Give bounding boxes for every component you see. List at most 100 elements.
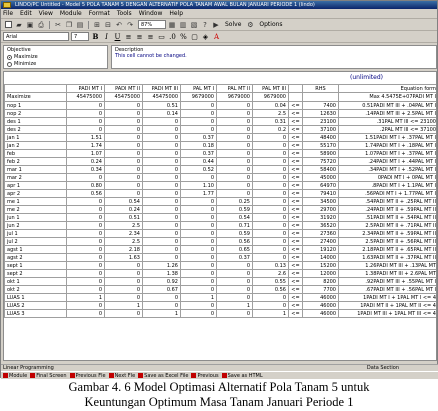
rhs-cell[interactable]: 46000: [302, 309, 339, 318]
rhs-cell[interactable]: 45000: [302, 173, 339, 182]
table-cell[interactable]: 0: [252, 221, 289, 230]
relation-cell[interactable]: <=: [288, 269, 303, 278]
table-cell[interactable]: 0: [180, 229, 217, 238]
rhs-cell[interactable]: 15200: [302, 261, 339, 270]
solve-button[interactable]: Solve: [225, 21, 241, 28]
table-cell[interactable]: 0: [142, 141, 181, 150]
paste-icon[interactable]: ▤: [75, 20, 85, 30]
relation-cell[interactable]: <=: [288, 301, 303, 310]
rhs-cell[interactable]: 27360: [302, 229, 339, 238]
column-header[interactable]: [288, 84, 303, 93]
align-center-icon[interactable]: ≡: [135, 33, 144, 41]
menu-view[interactable]: View: [39, 10, 53, 17]
table-cell[interactable]: 0: [104, 133, 143, 142]
equation-cell[interactable]: .31PAL MT III <= 23100: [338, 117, 436, 126]
relation-cell[interactable]: <=: [288, 125, 303, 134]
relation-cell[interactable]: <=: [288, 197, 303, 206]
row-label[interactable]: Maximize: [4, 92, 67, 102]
table-cell[interactable]: 0: [104, 309, 143, 318]
equation-cell[interactable]: 1PADI MT II + 1PAL MT II <= 4: [338, 301, 436, 310]
column-header[interactable]: PAL MT I: [180, 84, 217, 93]
rhs-cell[interactable]: 58900: [302, 149, 339, 158]
rhs-cell[interactable]: 8200: [302, 277, 339, 286]
rhs-cell[interactable]: 14000: [302, 253, 339, 262]
chart-icon[interactable]: ▧: [189, 20, 199, 30]
table-cell[interactable]: 0: [104, 165, 143, 174]
radio-checked-icon[interactable]: [7, 54, 12, 60]
table-cell[interactable]: 0: [142, 133, 181, 142]
relation-cell[interactable]: <=: [288, 261, 303, 270]
column-header[interactable]: PAL MT II: [216, 84, 253, 93]
table-cell[interactable]: 0: [142, 117, 181, 126]
rhs-cell[interactable]: 12000: [302, 269, 339, 278]
row-label[interactable]: mar 2: [4, 173, 67, 182]
table-cell[interactable]: 0: [180, 261, 217, 270]
redo-icon[interactable]: ↷: [125, 20, 135, 30]
fill-color-icon[interactable]: ◈: [201, 33, 210, 41]
table-cell[interactable]: 0: [104, 117, 143, 126]
table-cell[interactable]: 0: [252, 301, 289, 310]
relation-cell[interactable]: <=: [288, 141, 303, 150]
solve-icon[interactable]: ▶: [211, 20, 221, 30]
table-cell[interactable]: 0: [216, 165, 253, 174]
rhs-cell[interactable]: 36520: [302, 221, 339, 230]
relation-cell[interactable]: <=: [288, 101, 303, 110]
column-header[interactable]: RHS: [302, 84, 339, 93]
table-cell[interactable]: 0: [142, 229, 181, 238]
relation-cell[interactable]: <=: [288, 181, 303, 190]
table-cell[interactable]: 0.14: [142, 109, 181, 118]
menu-edit[interactable]: Edit: [20, 10, 32, 17]
table-cell[interactable]: 0: [216, 109, 253, 118]
table-cell[interactable]: 0.67: [142, 285, 181, 294]
table-cell[interactable]: 0.37: [180, 149, 217, 158]
table-cell[interactable]: 0: [216, 125, 253, 134]
table-cell[interactable]: 1.07: [66, 149, 105, 158]
table-cell[interactable]: 0.80: [66, 181, 105, 190]
relation-cell[interactable]: <=: [288, 133, 303, 142]
row-label[interactable]: nop 1: [4, 101, 67, 110]
previous-button[interactable]: Previous: [191, 373, 219, 379]
relation-cell[interactable]: <=: [288, 277, 303, 286]
menu-tools[interactable]: Tools: [117, 10, 132, 17]
table-cell[interactable]: 0.54: [104, 197, 143, 206]
table-cell[interactable]: 0: [142, 237, 181, 246]
table-cell[interactable]: 9679000: [180, 92, 217, 102]
menu-help[interactable]: Help: [169, 10, 183, 17]
table-cell[interactable]: 0: [216, 309, 253, 318]
row-label[interactable]: feb 2: [4, 157, 67, 166]
table-cell[interactable]: 0: [104, 181, 143, 190]
table-cell[interactable]: 0.71: [216, 221, 253, 230]
table-cell[interactable]: 2.34: [104, 229, 143, 238]
table-cell[interactable]: 0.59: [216, 205, 253, 214]
table-cell[interactable]: 0: [66, 125, 105, 134]
table-cell[interactable]: 0: [104, 285, 143, 294]
rhs-cell[interactable]: 12630: [302, 109, 339, 118]
equation-cell[interactable]: .8PADI MT I + 1.1PAL MT I: [338, 181, 436, 190]
table-cell[interactable]: 1.38: [142, 269, 181, 278]
equation-cell[interactable]: .24PADI MT I + .44PAL MT I: [338, 157, 436, 166]
row-label[interactable]: me 2: [4, 205, 67, 214]
row-label[interactable]: LUAS 1: [4, 293, 67, 302]
relation-cell[interactable]: [288, 92, 303, 102]
table-cell[interactable]: 1: [180, 293, 217, 302]
font-color-icon[interactable]: A: [212, 33, 221, 41]
table-cell[interactable]: 0.04: [252, 101, 289, 110]
table-cell[interactable]: 0: [142, 253, 181, 262]
table-cell[interactable]: 0: [66, 245, 105, 254]
table-cell[interactable]: 0: [66, 117, 105, 126]
table-cell[interactable]: 0: [252, 197, 289, 206]
table-cell[interactable]: 0: [66, 277, 105, 286]
table-cell[interactable]: 0: [142, 197, 181, 206]
equation-cell[interactable]: 1.26PADI MT III + .13PAL MT: [338, 261, 436, 270]
underline-icon[interactable]: U: [113, 33, 122, 41]
table-cell[interactable]: 1: [66, 293, 105, 302]
table-cell[interactable]: 0: [142, 125, 181, 134]
column-header[interactable]: PADI MT I: [66, 84, 105, 93]
relation-cell[interactable]: <=: [288, 213, 303, 222]
table-cell[interactable]: 0: [180, 237, 217, 246]
relation-cell[interactable]: <=: [288, 157, 303, 166]
relation-cell[interactable]: <=: [288, 285, 303, 294]
table-cell[interactable]: 0: [180, 285, 217, 294]
table-cell[interactable]: 0.24: [66, 157, 105, 166]
table-cell[interactable]: 0: [216, 141, 253, 150]
